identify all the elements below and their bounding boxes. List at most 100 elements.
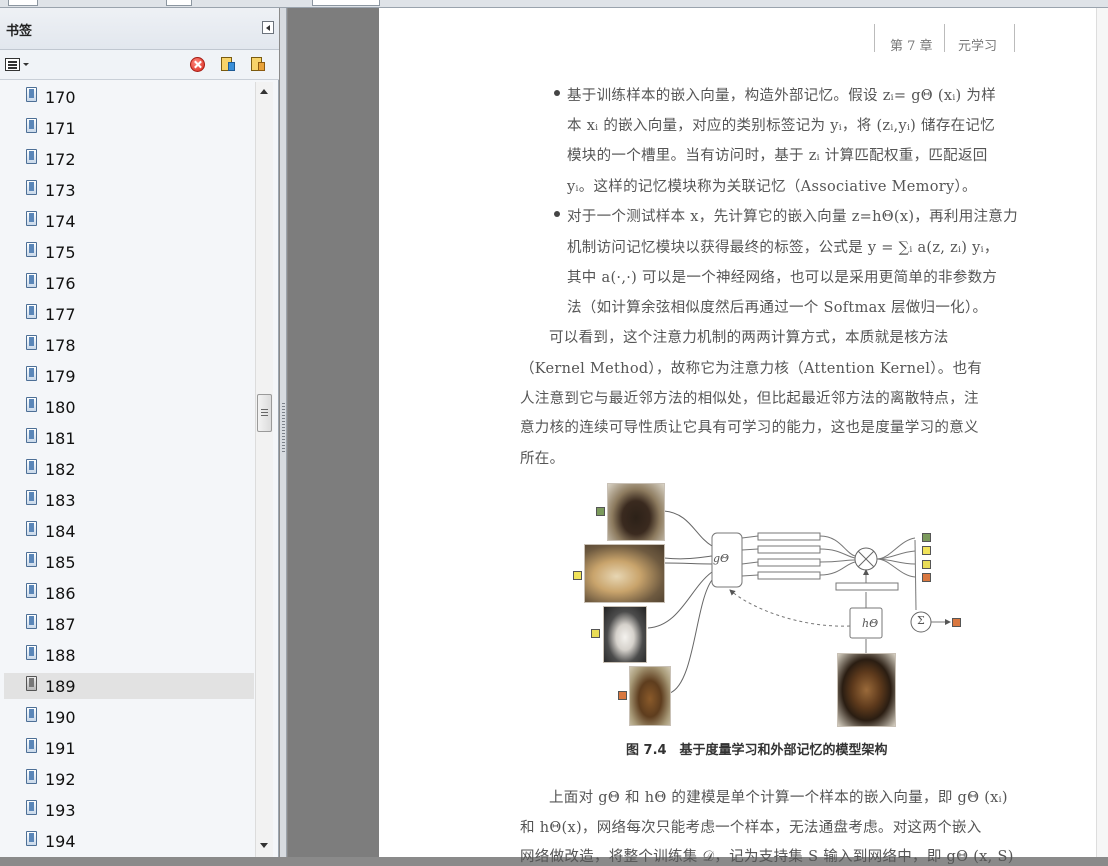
bookmark-label: 186	[45, 584, 76, 603]
bookmark-item[interactable]: 189	[4, 673, 254, 699]
bookmark-item[interactable]: 187	[4, 611, 254, 637]
bookmark-label: 173	[45, 181, 76, 200]
expand-bookmark-button[interactable]	[249, 55, 267, 74]
bookmarks-panel: 书签 170 171 172 173 174 175 176 177 178 179 180 181 1…	[0, 8, 279, 857]
figure-caption: 图 7.4 基于度量学习和外部记忆的模型架构	[626, 743, 888, 758]
options-menu-button[interactable]	[5, 57, 31, 73]
bookmark-label: 171	[45, 119, 76, 138]
bookmark-item[interactable]: 174	[4, 208, 254, 234]
toolbar-field[interactable]	[166, 0, 192, 6]
bookmark-icon	[26, 521, 37, 537]
bookmark-item[interactable]: 188	[4, 642, 254, 668]
bookmark-icon	[26, 87, 37, 103]
bookmark-item[interactable]: 190	[4, 704, 254, 730]
bookmark-label: 177	[45, 305, 76, 324]
bookmark-icon	[26, 335, 37, 351]
bookmark-label: 179	[45, 367, 76, 386]
bookmark-item[interactable]: 172	[4, 146, 254, 172]
scroll-thumb[interactable]	[257, 394, 272, 432]
bookmark-item[interactable]: 170	[4, 84, 254, 110]
output-marker-1	[922, 533, 931, 542]
bookmark-icon	[228, 62, 235, 71]
bookmarks-toolbar	[0, 50, 279, 80]
delete-bookmark-button[interactable]	[190, 57, 205, 72]
bookmark-icon	[26, 211, 37, 227]
bookmark-label: 183	[45, 491, 76, 510]
bookmark-icon	[26, 738, 37, 754]
bookmark-icon	[26, 707, 37, 723]
list-options-icon	[5, 58, 20, 71]
header-divider	[1014, 24, 1015, 52]
bookmark-icon	[26, 676, 37, 692]
toolbar-field[interactable]	[312, 0, 380, 6]
text-line: 网络做改造，将整个训练集 𝒟，记为支持集 S 输入到网络中，即 gΘ (x, S…	[520, 849, 1014, 865]
text-line: 对于一个测试样本 x，先计算它的嵌入向量 z=hΘ(x)，再利用注意力	[567, 209, 1018, 225]
bookmark-icon	[26, 397, 37, 413]
bookmark-scrollbar[interactable]	[255, 82, 273, 857]
bookmark-item[interactable]: 175	[4, 239, 254, 265]
class-marker-3	[591, 629, 600, 638]
bookmark-label: 181	[45, 429, 76, 448]
bookmark-item[interactable]: 192	[4, 766, 254, 792]
output-marker-2	[922, 546, 931, 555]
bookmark-item[interactable]: 194	[4, 828, 254, 854]
bookmark-label: 192	[45, 770, 76, 789]
bookmark-item[interactable]: 176	[4, 270, 254, 296]
header-divider	[944, 24, 945, 52]
bookmark-item[interactable]: 179	[4, 363, 254, 389]
bookmark-icon	[26, 800, 37, 816]
dropdown-arrow-icon	[23, 63, 29, 66]
panel-splitter[interactable]	[280, 8, 287, 857]
bullet	[554, 90, 560, 96]
bookmark-item[interactable]: 193	[4, 797, 254, 823]
bookmark-label: 182	[45, 460, 76, 479]
text-line: yᵢ。这样的记忆模块称为关联记忆（Associative Memory）。	[567, 179, 977, 195]
text-line: 上面对 gΘ 和 hΘ 的建模是单个计算一个样本的嵌入向量，即 gΘ (xᵢ)	[549, 790, 1008, 806]
german-shepherd-image	[629, 666, 671, 726]
chihuahua-image	[607, 483, 665, 541]
top-toolbar-strip	[0, 0, 1108, 8]
labrador-image	[584, 544, 665, 603]
bookmark-icon	[26, 304, 37, 320]
toolbar-field[interactable]	[8, 0, 38, 6]
g-label: gΘ	[713, 552, 730, 565]
bookmark-item[interactable]: 186	[4, 580, 254, 606]
bookmark-label: 191	[45, 739, 76, 758]
scroll-up-icon[interactable]	[260, 89, 268, 94]
bookmark-label: 176	[45, 274, 76, 293]
bookmark-item[interactable]: 177	[4, 301, 254, 327]
bookmark-item[interactable]: 178	[4, 332, 254, 358]
bookmark-item[interactable]: 180	[4, 394, 254, 420]
bookmark-label: 170	[45, 88, 76, 107]
bookmark-icon	[26, 831, 37, 847]
bookmark-list: 170 171 172 173 174 175 176 177 178 179 180 181 182 1…	[4, 82, 254, 857]
bookmark-label: 180	[45, 398, 76, 417]
bookmark-item[interactable]: 173	[4, 177, 254, 203]
bookmark-label: 190	[45, 708, 76, 727]
bookmark-icon	[26, 552, 37, 568]
bookmark-item[interactable]: 171	[4, 115, 254, 141]
h-label: hΘ	[862, 617, 879, 630]
bookmark-item[interactable]: 181	[4, 425, 254, 451]
bookmark-item[interactable]: 183	[4, 487, 254, 513]
collapse-panel-button[interactable]	[262, 21, 274, 34]
arrow-bookmark-icon	[258, 62, 265, 71]
bookmark-label: 175	[45, 243, 76, 262]
bookmark-icon	[26, 118, 37, 134]
bookmark-item[interactable]: 185	[4, 549, 254, 575]
bookmark-label: 185	[45, 553, 76, 572]
bookmark-icon	[26, 242, 37, 258]
bookmark-item[interactable]: 184	[4, 518, 254, 544]
bookmarks-title: 书签	[6, 24, 33, 39]
bookmark-label: 189	[45, 677, 76, 696]
bookmark-label: 184	[45, 522, 76, 541]
class-marker-1	[596, 507, 605, 516]
bookmark-item[interactable]: 191	[4, 735, 254, 761]
bookmark-item[interactable]: 182	[4, 456, 254, 482]
text-line: 基于训练样本的嵌入向量，构造外部记忆。假设 zᵢ= gΘ (xᵢ) 为样	[567, 88, 997, 104]
bookmark-icon	[26, 459, 37, 475]
header-divider	[874, 24, 875, 52]
scroll-down-icon[interactable]	[260, 843, 268, 848]
text-line: 意力核的连续可导性质让它具有可学习的能力，这也是度量学习的意义	[520, 420, 979, 436]
new-bookmark-button[interactable]	[219, 55, 237, 74]
